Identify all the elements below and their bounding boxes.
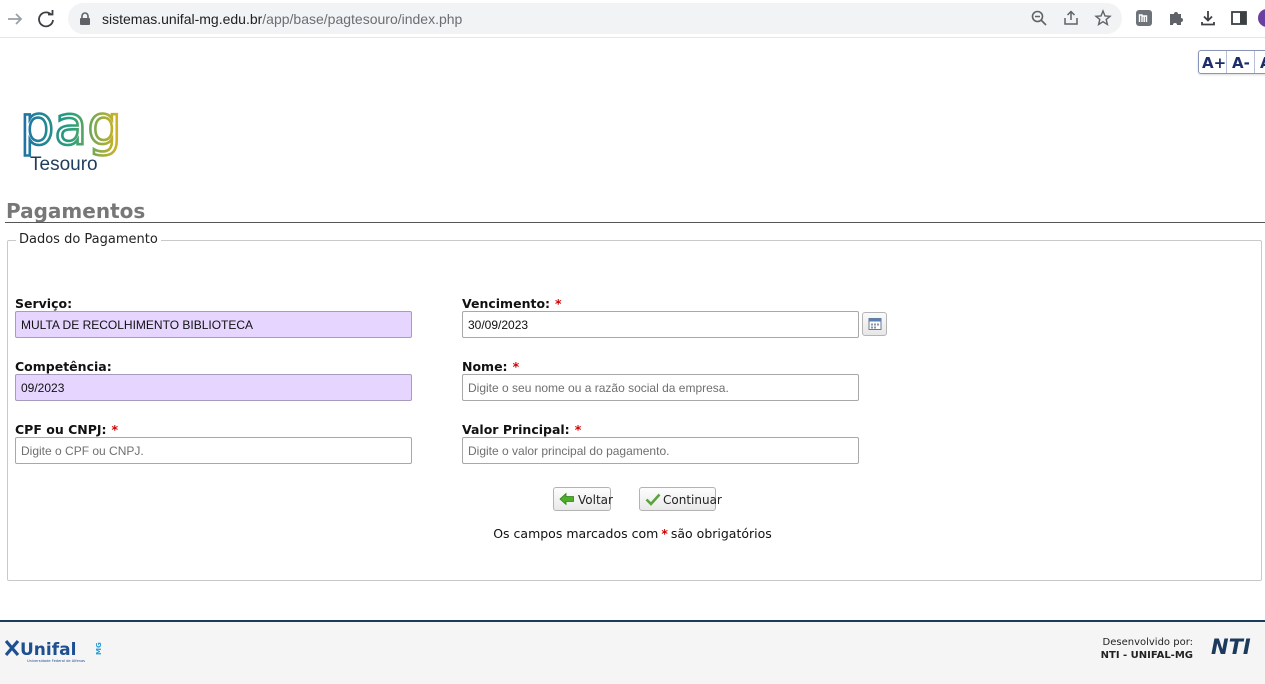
required-mark: * [661,526,668,541]
nome-label-text: Nome: [462,359,508,374]
required-mark: * [512,359,520,374]
address-bar[interactable]: sistemas.unifal-mg.edu.br/app/base/pagte… [68,3,1122,34]
browser-toolbar: sistemas.unifal-mg.edu.br/app/base/pagte… [0,0,1265,38]
valor-field[interactable] [462,437,859,464]
servico-label: Serviço: [15,296,72,311]
forward-arrow-icon[interactable] [4,8,26,30]
nome-field[interactable] [462,374,859,401]
logo-pag-text: pag [20,100,122,157]
cpf-label-text: CPF ou CNPJ: [15,422,107,437]
font-decrease-button[interactable]: A- [1232,54,1250,72]
competencia-label-text: Competência: [15,359,112,374]
required-mark: * [111,422,119,437]
unifal-logo: Unifal MG Universidade Federal de Alfena… [5,639,103,663]
voltar-button[interactable]: Voltar [553,487,613,511]
competencia-field[interactable] [15,374,412,401]
font-reset-button[interactable]: A [1260,54,1265,72]
developer-name: NTI - UNIFAL-MG [1100,650,1193,661]
required-mark: * [555,296,562,311]
required-note-start: Os campos marcados com [493,526,659,541]
url-host: sistemas.unifal-mg.edu.br [102,11,263,27]
developed-by-label: Desenvolvido por: [1102,637,1193,648]
competencia-label: Competência: [15,359,112,374]
unifal-logo-mg: MG [95,642,103,655]
voltar-label: Voltar [578,493,613,507]
fieldset-legend: Dados do Pagamento [16,232,161,247]
profile-avatar[interactable] [1258,9,1265,27]
valor-label-text: Valor Principal: [462,422,570,437]
calendar-button[interactable] [862,312,887,336]
side-panel-icon[interactable] [1229,8,1249,28]
font-size-controls: A+ A- A [1198,50,1265,74]
checkmark-icon [645,493,661,506]
servico-field[interactable] [15,311,412,338]
calendar-icon [868,318,882,330]
extensions-puzzle-icon[interactable] [1166,8,1186,28]
required-note-end: são obrigatórios [670,526,772,541]
lock-icon[interactable] [79,12,91,26]
servico-label-text: Serviço: [15,296,73,311]
title-divider [5,222,1265,223]
unifal-logo-text: Unifal [20,640,76,660]
cpf-field[interactable] [15,437,412,464]
cpf-label: CPF ou CNPJ: * [15,422,118,437]
share-icon[interactable] [1062,9,1080,27]
required-fields-note: Os campos marcados com * são obrigatórios [0,526,1265,541]
page-title: Pagamentos [6,199,146,223]
font-increase-button[interactable]: A+ [1202,54,1226,72]
font-tools-divider [1254,51,1255,73]
required-mark: * [574,422,582,437]
extension-m-icon[interactable] [1134,8,1154,28]
valor-label: Valor Principal: * [462,422,581,437]
nti-logo: NTI [1211,635,1251,659]
continuar-label: Continuar [663,493,722,507]
page-footer [0,620,1265,684]
continuar-button[interactable]: Continuar [639,487,722,511]
nome-label: Nome: * [462,359,519,374]
pagtesouro-logo: pag Tesouro [19,100,123,175]
nti-logo-text: NTI [1211,635,1251,659]
url-text[interactable]: sistemas.unifal-mg.edu.br/app/base/pagte… [102,11,462,27]
vencimento-field[interactable] [462,311,859,338]
bookmark-star-icon[interactable] [1094,9,1112,27]
vencimento-label-text: Vencimento: [462,296,551,311]
zoom-icon[interactable] [1030,9,1048,27]
download-icon[interactable] [1198,8,1218,28]
developed-by: Desenvolvido por: NTI - UNIFAL-MG [1101,636,1193,662]
vencimento-label: Vencimento: * [462,296,562,311]
back-arrow-icon [559,492,574,506]
reload-icon[interactable] [35,8,57,30]
logo-tesouro-text: Tesouro [30,154,98,175]
unifal-logo-subtitle: Universidade Federal de Alfenas [27,659,85,663]
url-path: /app/base/pagtesouro/index.php [262,11,463,27]
font-tools-divider [1226,51,1227,73]
